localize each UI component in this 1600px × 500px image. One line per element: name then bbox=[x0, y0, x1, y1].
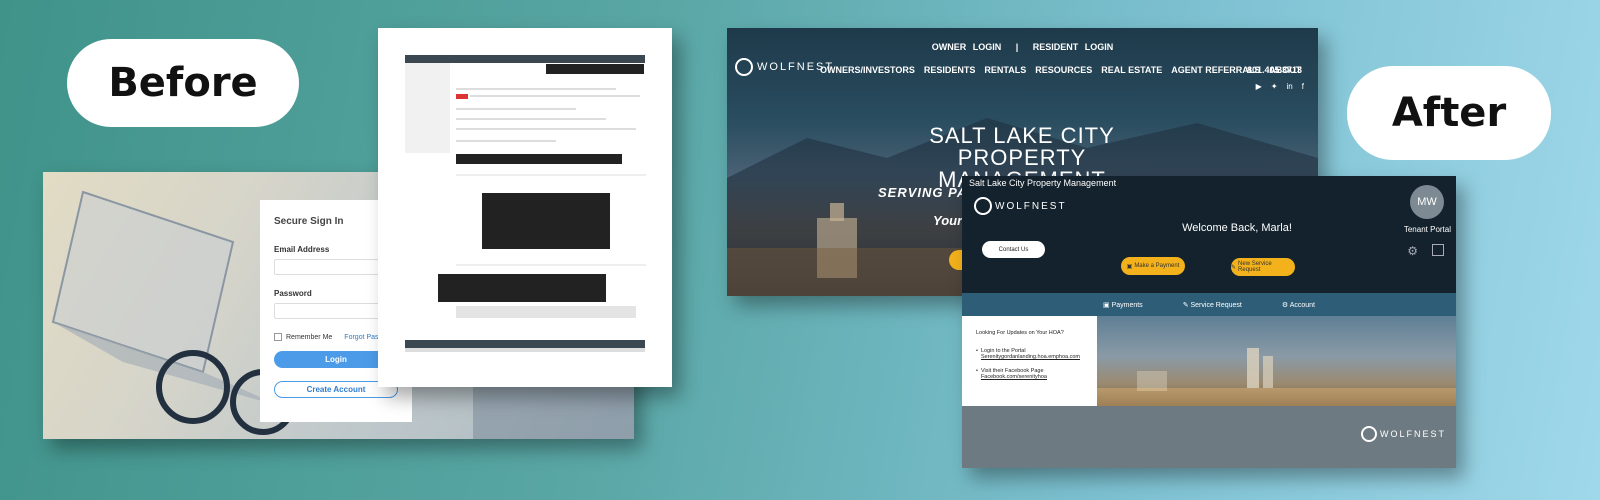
hero-headline-line1: SALT LAKE CITY bbox=[929, 123, 1115, 148]
after-label: After bbox=[1347, 66, 1551, 160]
before-label: Before bbox=[67, 39, 299, 127]
new-service-request-button[interactable]: ✎ New Service Request bbox=[1231, 258, 1295, 276]
footer-logo: WOLFNEST bbox=[1360, 426, 1446, 442]
welcome-message: Welcome Back, Marla! bbox=[1182, 222, 1292, 234]
hoa-portal-link[interactable]: Serenitygordanlanding.hoa.emphoa.com bbox=[981, 354, 1080, 360]
hero-cta-edge[interactable] bbox=[949, 250, 963, 270]
tab-service-request[interactable]: ✎ Service Request bbox=[1183, 301, 1242, 309]
redacted-block bbox=[438, 274, 606, 302]
make-payment-label: Make a Payment bbox=[1134, 263, 1180, 269]
wolf-logo-icon bbox=[1360, 426, 1377, 442]
redacted-block bbox=[456, 154, 622, 164]
document-icon[interactable] bbox=[1432, 244, 1444, 256]
nav-rentals[interactable]: RENTALS bbox=[984, 65, 1026, 75]
hoa-title: Looking For Updates on Your HOA? bbox=[976, 330, 1064, 336]
bullet-dot: • bbox=[976, 348, 978, 354]
resident-login-link[interactable]: RESIDENT LOGIN bbox=[1033, 42, 1114, 52]
city-banner-image bbox=[1097, 316, 1456, 406]
tab-account[interactable]: ⚙ Account bbox=[1282, 301, 1315, 309]
wolf-logo-icon bbox=[974, 197, 992, 215]
alert-badge bbox=[456, 94, 468, 99]
tab-service-request-label: Service Request bbox=[1190, 301, 1242, 309]
hero-your-text: Your bbox=[933, 213, 963, 228]
footer-brand-name: WOLFNEST bbox=[1379, 429, 1446, 439]
payment-icon: ▣ bbox=[1126, 263, 1133, 270]
nav-owners-investors[interactable]: OWNERS/INVESTORS bbox=[820, 65, 915, 75]
portal-tab-bar: ▣ Payments ✎ Service Request ⚙ Account bbox=[962, 293, 1456, 316]
payment-tab-icon: ▣ bbox=[1103, 301, 1112, 309]
make-payment-button[interactable]: ▣ Make a Payment bbox=[1121, 257, 1185, 275]
tab-payments[interactable]: ▣ Payments bbox=[1103, 301, 1143, 309]
hoa-facebook-link[interactable]: Facebook.com/serenityhoa bbox=[981, 374, 1047, 380]
bullet-dot: • bbox=[976, 368, 978, 374]
old-portal-screenshot bbox=[378, 28, 672, 387]
portal-header-title: Salt Lake City Property Management bbox=[969, 178, 1117, 188]
youtube-icon[interactable]: ▶ bbox=[1256, 82, 1262, 91]
settings-gear-icon[interactable]: ⚙ bbox=[1407, 244, 1418, 258]
portal-logo[interactable]: WOLFNEST bbox=[974, 197, 1067, 215]
remember-checkbox[interactable] bbox=[274, 333, 282, 341]
old-portal-footer bbox=[405, 340, 645, 348]
redacted-block bbox=[546, 64, 644, 74]
nav-resources[interactable]: RESOURCES bbox=[1035, 65, 1092, 75]
old-portal-row bbox=[456, 306, 636, 318]
wolf-logo-icon bbox=[735, 58, 753, 76]
new-service-label: New Service Request bbox=[1238, 261, 1272, 273]
contact-us-button[interactable]: Contact Us bbox=[982, 241, 1045, 258]
main-nav: OWNERS/INVESTORS RESIDENTS RENTALS RESOU… bbox=[820, 65, 1310, 75]
redacted-block bbox=[482, 193, 610, 249]
user-avatar[interactable]: MW bbox=[1410, 185, 1444, 219]
tab-account-label: Account bbox=[1289, 301, 1315, 309]
tab-payments-label: Payments bbox=[1111, 301, 1143, 309]
nav-residents[interactable]: RESIDENTS bbox=[924, 65, 976, 75]
wrench-icon: ✎ bbox=[1231, 264, 1237, 271]
facebook-icon[interactable]: f bbox=[1302, 82, 1304, 91]
phone-number[interactable]: 801.405.3713 bbox=[1247, 65, 1302, 75]
gear-tab-icon: ⚙ bbox=[1281, 301, 1290, 309]
hoa-panel: Looking For Updates on Your HOA? • Login… bbox=[962, 316, 1097, 406]
twitter-icon[interactable]: ✦ bbox=[1271, 82, 1278, 91]
linkedin-icon[interactable]: in bbox=[1287, 82, 1293, 91]
city-skyline-illustration bbox=[1097, 348, 1456, 406]
old-portal-sidebar bbox=[405, 63, 450, 153]
wrench-tab-icon: ✎ bbox=[1182, 301, 1191, 309]
remember-label: Remember Me bbox=[286, 333, 333, 341]
tenant-portal-screenshot: Salt Lake City Property Management WOLFN… bbox=[962, 176, 1456, 468]
top-link-separator: | bbox=[1015, 42, 1019, 52]
portal-footer: WOLFNEST bbox=[962, 406, 1456, 468]
nav-real-estate[interactable]: REAL ESTATE bbox=[1101, 65, 1162, 75]
tenant-portal-label: Tenant Portal bbox=[1403, 225, 1451, 234]
owner-login-link[interactable]: OWNER LOGIN bbox=[932, 42, 1002, 52]
forgot-password-link[interactable]: Forgot Pass bbox=[344, 334, 382, 341]
old-portal-topbar bbox=[405, 55, 645, 63]
portal-brand-name: WOLFNEST bbox=[995, 200, 1067, 212]
